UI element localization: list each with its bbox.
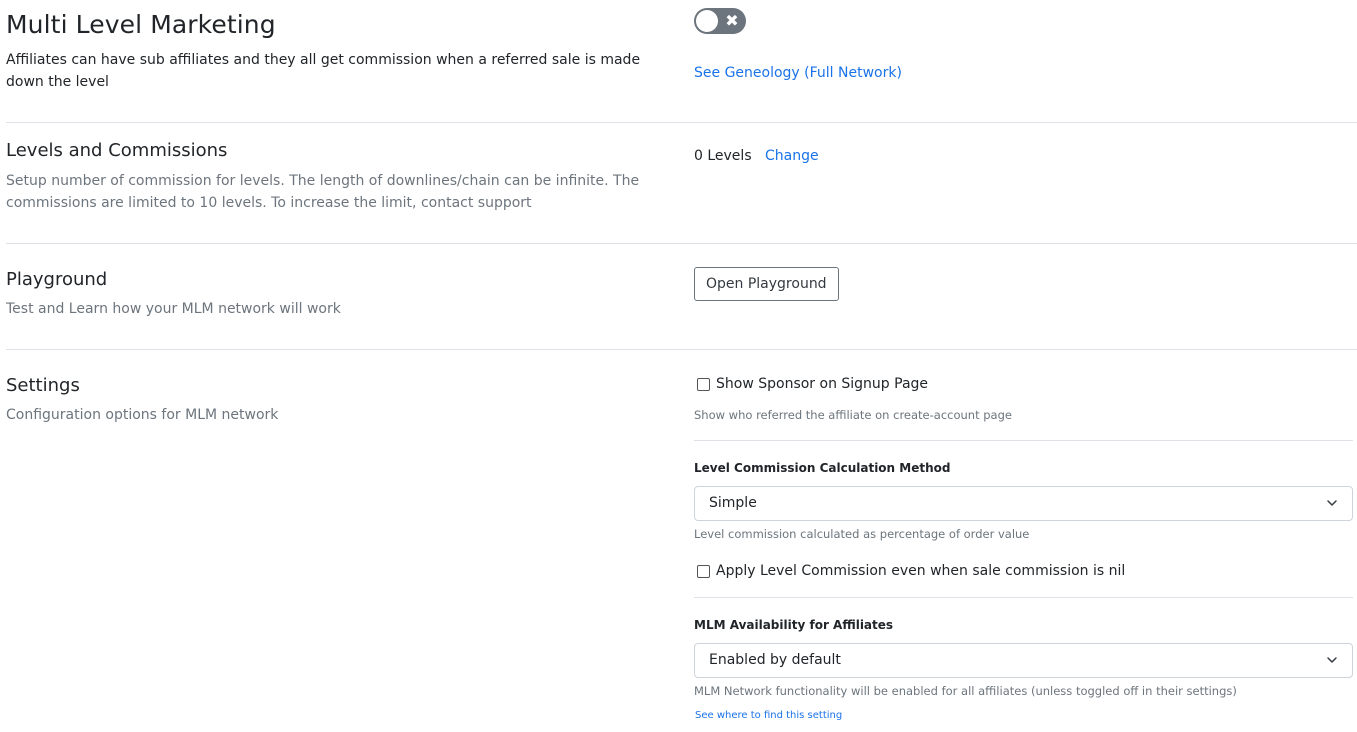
show-sponsor-label: Show Sponsor on Signup Page (716, 376, 929, 392)
calc-method-help: Level commission calculated as percentag… (694, 527, 1030, 541)
toggle-knob (696, 10, 718, 32)
apply-nil-option[interactable]: Apply Level Commission even when sale co… (697, 563, 1125, 579)
levels-title: Levels and Commissions (6, 140, 228, 161)
availability-label: MLM Availability for Affiliates (694, 618, 894, 632)
mlm-description: Affiliates can have sub affiliates and t… (6, 52, 641, 90)
playground-title: Playground (6, 269, 108, 290)
availability-help: MLM Network functionality will be enable… (694, 684, 1237, 698)
mlm-settings-page: Multi Level Marketing Affiliates can hav… (0, 0, 1357, 732)
open-playground-button[interactable]: Open Playground (694, 267, 839, 301)
mlm-toggle[interactable]: ✖ (694, 8, 746, 34)
chevron-down-icon (1327, 657, 1337, 663)
show-sponsor-help: Show who referred the affiliate on creat… (694, 408, 1012, 422)
show-sponsor-option[interactable]: Show Sponsor on Signup Page (697, 376, 928, 392)
availability-value: Enabled by default (709, 652, 841, 668)
page-title: Multi Level Marketing (6, 10, 276, 39)
apply-nil-label: Apply Level Commission even when sale co… (716, 563, 1126, 579)
divider (6, 122, 1357, 123)
calc-method-value: Simple (709, 495, 757, 511)
change-levels-link[interactable]: Change (765, 148, 819, 164)
calc-method-select[interactable]: Simple (694, 486, 1353, 521)
levels-description: Setup number of commission for levels. T… (6, 173, 640, 211)
settings-description: Configuration options for MLM network (6, 407, 279, 423)
levels-count: 0 Levels (694, 148, 752, 164)
apply-nil-checkbox[interactable] (697, 564, 710, 578)
close-icon: ✖ (725, 11, 739, 30)
divider (6, 349, 1357, 350)
chevron-down-icon (1327, 500, 1337, 506)
availability-select[interactable]: Enabled by default (694, 643, 1353, 678)
settings-title: Settings (6, 375, 80, 396)
divider (694, 440, 1353, 441)
playground-description: Test and Learn how your MLM network will… (6, 301, 341, 317)
divider (6, 243, 1357, 244)
calc-method-label: Level Commission Calculation Method (694, 461, 951, 475)
show-sponsor-checkbox[interactable] (697, 377, 710, 391)
geneology-link[interactable]: See Geneology (Full Network) (694, 65, 902, 81)
divider (694, 597, 1353, 598)
find-setting-link[interactable]: See where to find this setting (695, 710, 842, 721)
